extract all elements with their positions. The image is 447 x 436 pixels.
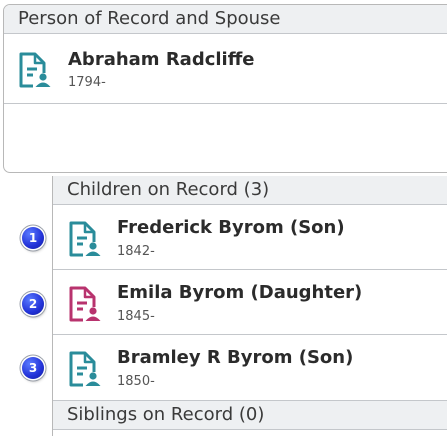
child-name: Frederick Byrom (Son) bbox=[117, 217, 345, 238]
child-name: Emila Byrom (Daughter) bbox=[117, 282, 363, 303]
child-years: 1842- bbox=[117, 244, 155, 259]
male-record-icon bbox=[19, 52, 53, 88]
person-record-row[interactable]: Abraham Radcliffe 1794- bbox=[4, 34, 447, 104]
siblings-section-title: Siblings on Record (0) bbox=[53, 400, 447, 430]
child-years: 1845- bbox=[117, 309, 155, 324]
person-section-title: Person of Record and Spouse bbox=[4, 5, 447, 34]
children-section-title: Children on Record (3) bbox=[53, 176, 447, 205]
male-record-icon bbox=[69, 221, 103, 257]
child-record-row[interactable]: Emila Byrom (Daughter) 1845- bbox=[53, 270, 447, 335]
child-number-badge[interactable]: 1 bbox=[22, 227, 44, 249]
child-years: 1850- bbox=[117, 374, 155, 389]
person-years: 1794- bbox=[68, 75, 106, 90]
female-record-icon bbox=[69, 286, 103, 322]
children-panel: Children on Record (3) Frederick Byrom (… bbox=[52, 176, 447, 436]
child-number-badge[interactable]: 2 bbox=[22, 293, 44, 315]
person-name: Abraham Radcliffe bbox=[68, 49, 255, 70]
child-record-row[interactable]: Frederick Byrom (Son) 1842- bbox=[53, 205, 447, 270]
male-record-icon bbox=[69, 351, 103, 387]
child-record-row[interactable]: Bramley R Byrom (Son) 1850- bbox=[53, 335, 447, 400]
child-number-badge[interactable]: 3 bbox=[22, 357, 44, 379]
person-of-record-card: Person of Record and Spouse Abraham Radc… bbox=[3, 4, 447, 173]
child-name: Bramley R Byrom (Son) bbox=[117, 347, 354, 368]
